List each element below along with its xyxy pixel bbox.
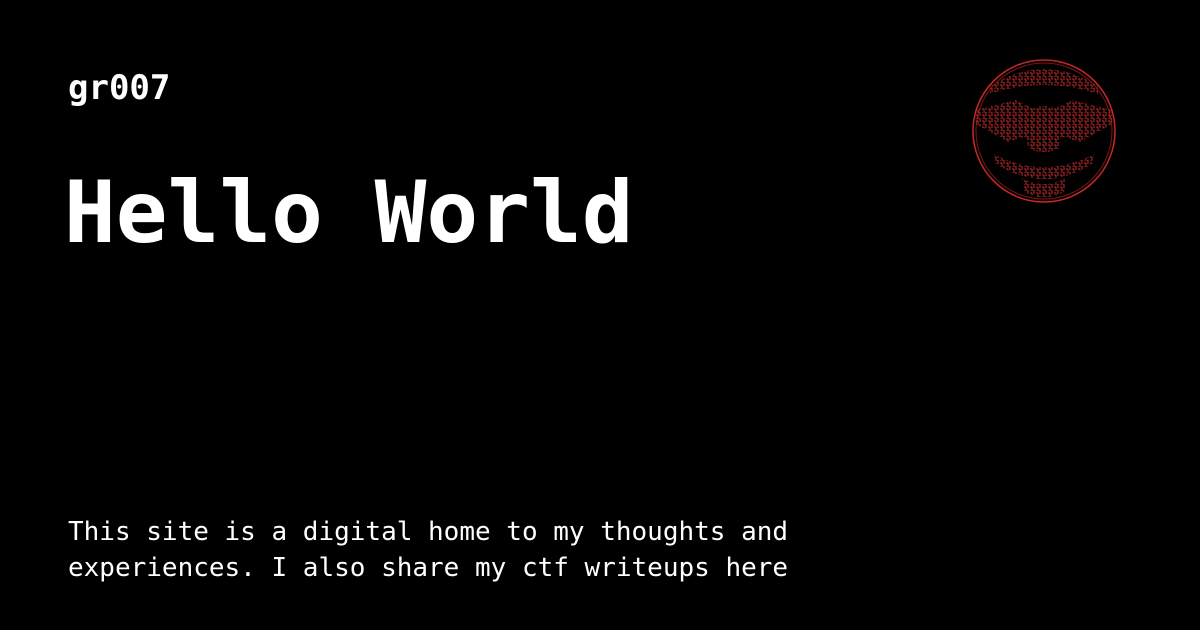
description: This site is a digital home to my though…: [68, 514, 888, 586]
site-name: gr007: [68, 68, 171, 108]
description-line-1: This site is a digital home to my though…: [68, 517, 789, 547]
maze-smiley-logo-icon: [970, 58, 1118, 204]
page-title: Hello World: [64, 163, 634, 263]
description-line-2: experiences. I also share my ctf writeup…: [68, 553, 789, 583]
